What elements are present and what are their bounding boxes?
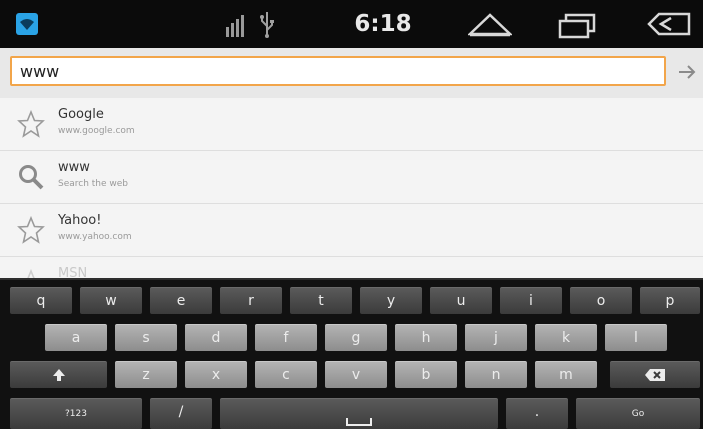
star-icon: [17, 110, 45, 138]
shift-key[interactable]: [10, 361, 107, 388]
key-z[interactable]: z: [115, 361, 177, 388]
key-h[interactable]: h: [395, 324, 457, 351]
key-e[interactable]: e: [150, 287, 212, 314]
url-bar: [0, 48, 703, 99]
key-k[interactable]: k: [535, 324, 597, 351]
key-c[interactable]: c: [255, 361, 317, 388]
wifi-icon: [16, 13, 38, 35]
shift-icon: [52, 369, 65, 381]
key-a[interactable]: a: [45, 324, 107, 351]
key-w[interactable]: w: [80, 287, 142, 314]
suggestion-title: www: [58, 160, 90, 175]
key-o[interactable]: o: [570, 287, 632, 314]
usb-icon: [260, 12, 274, 38]
key-p[interactable]: p: [640, 287, 700, 314]
key-i[interactable]: i: [500, 287, 562, 314]
key-f[interactable]: f: [255, 324, 317, 351]
key-r[interactable]: r: [220, 287, 282, 314]
key-period[interactable]: .: [506, 398, 568, 429]
key-d[interactable]: d: [185, 324, 247, 351]
key-u[interactable]: u: [430, 287, 492, 314]
signal-icon: [226, 15, 244, 37]
symbols-key-label: ?123: [65, 409, 87, 419]
key-q[interactable]: q: [10, 287, 72, 314]
home-icon[interactable]: [468, 12, 512, 38]
key-b[interactable]: b: [395, 361, 457, 388]
key-y[interactable]: y: [360, 287, 422, 314]
spacebar-key[interactable]: [220, 398, 498, 429]
go-key[interactable]: Go: [576, 398, 700, 429]
suggestion-list: Google www.google.com www Search the web…: [0, 98, 703, 278]
backspace-key[interactable]: [610, 361, 700, 388]
suggestion-title: Google: [58, 107, 104, 122]
suggestion-title: MSN: [58, 266, 88, 278]
suggestion-item[interactable]: Yahoo! www.yahoo.com: [0, 204, 703, 257]
go-arrow-icon[interactable]: [677, 62, 697, 82]
suggestion-item[interactable]: MSN: [0, 257, 703, 278]
key-v[interactable]: v: [325, 361, 387, 388]
key-n[interactable]: n: [465, 361, 527, 388]
star-icon: [27, 269, 35, 278]
suggestion-item[interactable]: www Search the web: [0, 151, 703, 204]
status-bar: 6:18: [0, 0, 703, 48]
star-icon: [17, 216, 45, 244]
suggestion-title: Yahoo!: [58, 213, 102, 228]
suggestion-url: www.yahoo.com: [58, 232, 132, 242]
suggestion-item[interactable]: Google www.google.com: [0, 98, 703, 151]
space-icon: [346, 418, 372, 426]
search-icon: [19, 165, 44, 190]
key-m[interactable]: m: [535, 361, 597, 388]
go-key-label: Go: [631, 409, 645, 419]
suggestion-url: Search the web: [58, 179, 129, 189]
clock: 6:18: [354, 11, 412, 37]
recent-apps-icon[interactable]: [557, 13, 597, 39]
key-s[interactable]: s: [115, 324, 177, 351]
soft-keyboard: q w e r t y u i o p a s d f g h j k l z …: [0, 278, 703, 429]
back-icon[interactable]: [647, 12, 691, 36]
key-g[interactable]: g: [325, 324, 387, 351]
url-input[interactable]: [10, 56, 666, 86]
symbols-key[interactable]: ?123: [10, 398, 142, 429]
key-j[interactable]: j: [465, 324, 527, 351]
suggestion-url: www.google.com: [58, 126, 135, 136]
key-x[interactable]: x: [185, 361, 247, 388]
key-l[interactable]: l: [605, 324, 667, 351]
key-slash[interactable]: /: [150, 398, 212, 429]
key-t[interactable]: t: [290, 287, 352, 314]
backspace-icon: [645, 369, 665, 381]
